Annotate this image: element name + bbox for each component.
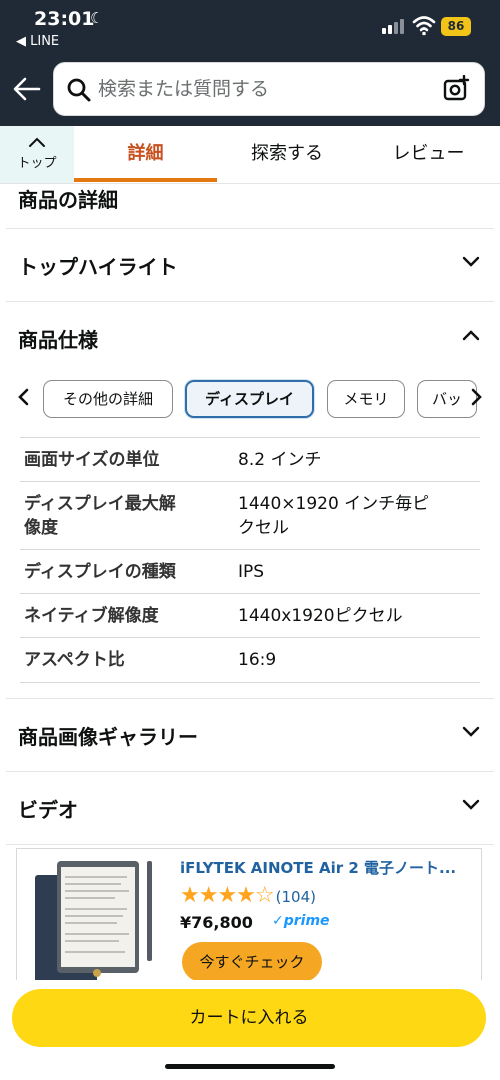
spec-key: アスペクト比 bbox=[24, 650, 125, 670]
chevron-up-icon bbox=[462, 330, 480, 341]
accordion-title: ビデオ bbox=[18, 798, 78, 822]
search-input[interactable] bbox=[98, 73, 428, 105]
chip-display[interactable]: ディスプレイ bbox=[185, 380, 314, 418]
tab-top[interactable]: トップ bbox=[0, 126, 74, 183]
specs-accordion[interactable]: 商品仕様 bbox=[6, 301, 494, 373]
tab-explore[interactable]: 探索する bbox=[217, 126, 357, 183]
status-time: 23:01 bbox=[34, 8, 95, 30]
check-now-button[interactable]: 今すぐチェック bbox=[182, 942, 322, 980]
signal-icon bbox=[382, 18, 406, 34]
back-to-app-link[interactable]: ◀ LINE bbox=[16, 34, 59, 49]
back-arrow-icon[interactable] bbox=[12, 76, 42, 102]
product-rating[interactable]: ★★★★☆ (104) bbox=[180, 883, 316, 908]
product-image[interactable] bbox=[29, 857, 167, 980]
spec-value: 16:9 bbox=[238, 650, 277, 670]
chevron-right-icon[interactable] bbox=[468, 387, 484, 407]
accordion-title: 商品仕様 bbox=[18, 328, 98, 352]
spec-row: ディスプレイ最大解 像度 1440×1920 インチ毎ピ クセル bbox=[20, 481, 480, 549]
spec-category-chips: その他の詳細 ディスプレイ メモリ バッ bbox=[6, 374, 494, 424]
spec-key: ディスプレイの種類 bbox=[24, 562, 176, 582]
moon-icon: ☾ bbox=[90, 9, 104, 27]
spec-row: ディスプレイの種類 IPS bbox=[20, 549, 480, 593]
spec-row: アスペクト比 16:9 bbox=[20, 637, 480, 683]
chip-memory[interactable]: メモリ bbox=[327, 380, 405, 418]
video-accordion[interactable]: ビデオ bbox=[6, 771, 494, 845]
bottom-bar: カートに入れる bbox=[0, 980, 500, 1080]
spec-row: ネイティブ解像度 1440x1920ピクセル bbox=[20, 593, 480, 637]
add-to-cart-button[interactable]: カートに入れる bbox=[12, 989, 486, 1047]
tab-details[interactable]: 詳細 bbox=[74, 126, 217, 183]
chevron-left-icon[interactable] bbox=[16, 387, 32, 407]
product-price: ¥76,800 bbox=[180, 913, 253, 932]
accordion-title: 商品画像ギャラリー bbox=[18, 725, 198, 749]
app-header: 23:01 ☾ ◀ LINE 86 bbox=[0, 0, 500, 126]
prime-badge: ✓prime bbox=[272, 913, 330, 929]
chevron-up-icon bbox=[29, 137, 45, 147]
search-bar[interactable] bbox=[53, 62, 485, 116]
product-title[interactable]: iFLYTEK AINOTE Air 2 電子ノート... bbox=[180, 857, 470, 878]
chevron-down-icon bbox=[462, 799, 480, 810]
spec-value: IPS bbox=[238, 562, 265, 582]
spec-value: 1440x1920ピクセル bbox=[238, 606, 403, 626]
spec-value: 8.2 インチ bbox=[238, 450, 322, 470]
home-indicator[interactable] bbox=[165, 1064, 335, 1069]
wifi-icon bbox=[412, 16, 436, 36]
chip-other-details[interactable]: その他の詳細 bbox=[43, 380, 173, 418]
tab-reviews[interactable]: レビュー bbox=[357, 126, 500, 183]
accordion-title: トップハイライト bbox=[18, 255, 178, 279]
spec-key-line: ディスプレイ最大解 bbox=[24, 494, 176, 514]
review-count: (104) bbox=[275, 888, 316, 906]
image-gallery-accordion[interactable]: 商品画像ギャラリー bbox=[6, 698, 494, 770]
section-title: 商品の詳細 bbox=[18, 188, 118, 212]
camera-search-icon[interactable] bbox=[442, 75, 470, 103]
spec-value-line: 1440×1920 インチ毎ピ bbox=[238, 494, 430, 514]
star-rating-icon: ★★★★☆ bbox=[180, 883, 275, 908]
spec-key: 画面サイズの単位 bbox=[24, 450, 160, 470]
product-tabs: トップ 詳細 探索する レビュー bbox=[0, 126, 500, 184]
search-icon bbox=[67, 78, 91, 102]
battery-indicator: 86 bbox=[441, 17, 471, 36]
sponsored-product-card[interactable]: iFLYTEK AINOTE Air 2 電子ノート... ★★★★☆ (104)… bbox=[16, 848, 482, 980]
spec-row: 画面サイズの単位 8.2 インチ bbox=[20, 437, 480, 481]
chevron-down-icon bbox=[462, 726, 480, 737]
chevron-down-icon bbox=[462, 256, 480, 267]
spec-key-line: 像度 bbox=[24, 518, 58, 538]
tab-top-label: トップ bbox=[17, 156, 57, 171]
spec-value-line: クセル bbox=[238, 518, 289, 538]
top-highlights-accordion[interactable]: トップハイライト bbox=[6, 228, 494, 300]
active-tab-indicator bbox=[74, 178, 217, 182]
spec-key: ネイティブ解像度 bbox=[24, 606, 159, 626]
